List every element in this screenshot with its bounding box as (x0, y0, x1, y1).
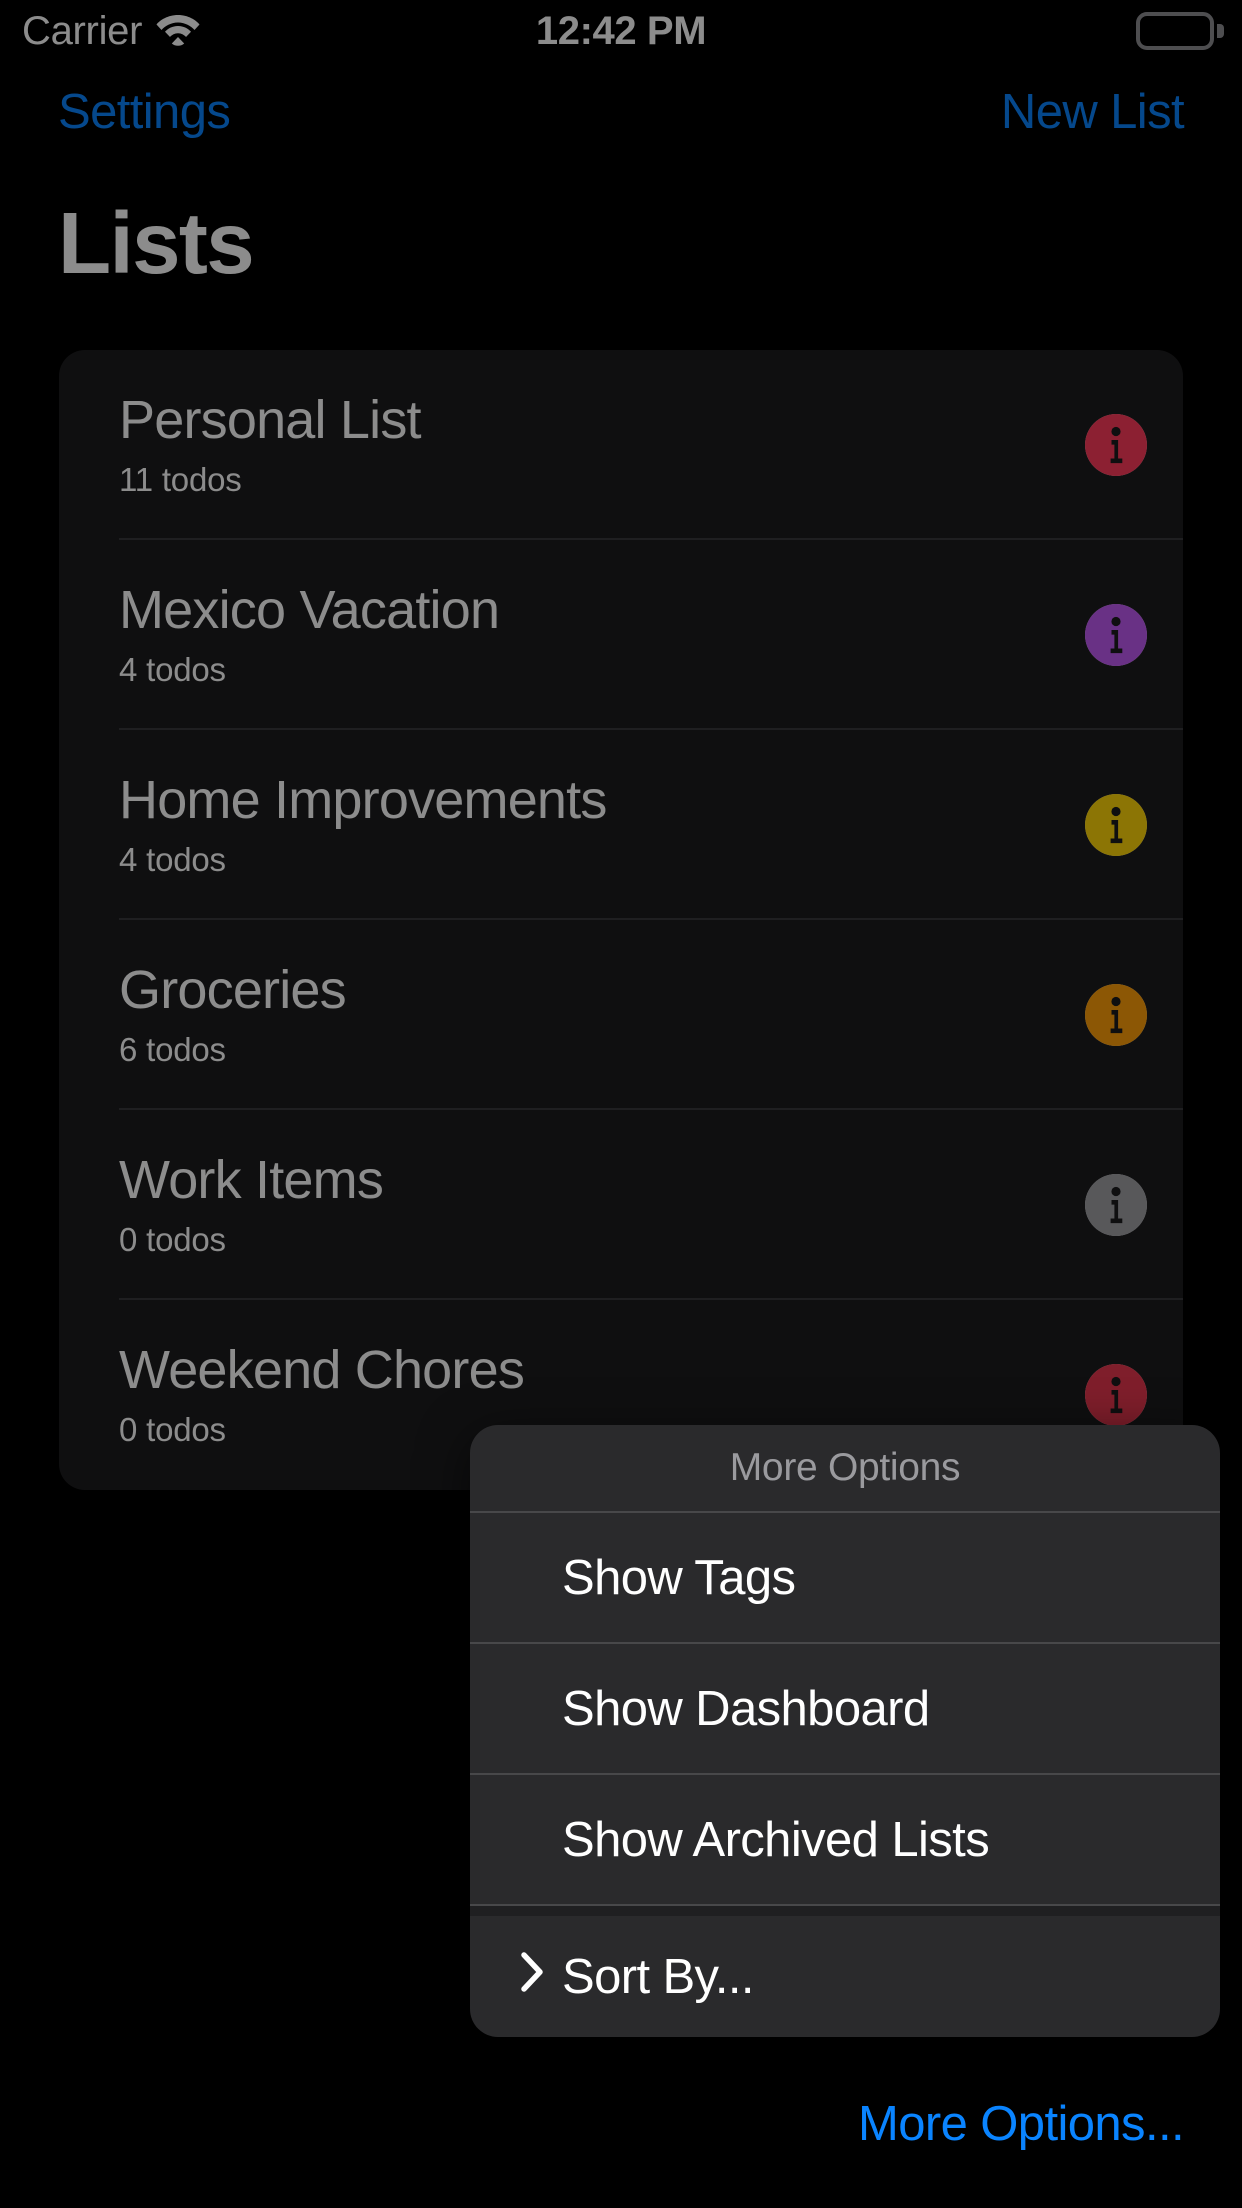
more-options-popup: More Options Show Tags Show Dashboard Show… (470, 1425, 1220, 2037)
popup-menu-item[interactable]: Show Dashboard (470, 1644, 1220, 1775)
popup-menu-item-label: Show Tags (562, 1550, 796, 1605)
chevron-right-icon (520, 1949, 546, 2005)
popup-menu-item[interactable]: Sort By... (470, 1906, 1220, 2037)
popup-header-label: More Options (470, 1425, 1220, 1513)
popup-menu-item-label: Show Dashboard (562, 1681, 930, 1736)
more-options-link[interactable]: More Options... (858, 2096, 1185, 2152)
popup-menu-item-label: Sort By... (562, 1949, 754, 2004)
popup-menu-item[interactable]: Show Archived Lists (470, 1775, 1220, 1906)
popup-menu-item[interactable]: Show Tags (470, 1513, 1220, 1644)
app-screen: Carrier 12:42 PM Settings New List Lists… (0, 0, 1242, 2208)
popup-menu-item-label: Show Archived Lists (562, 1812, 990, 1867)
